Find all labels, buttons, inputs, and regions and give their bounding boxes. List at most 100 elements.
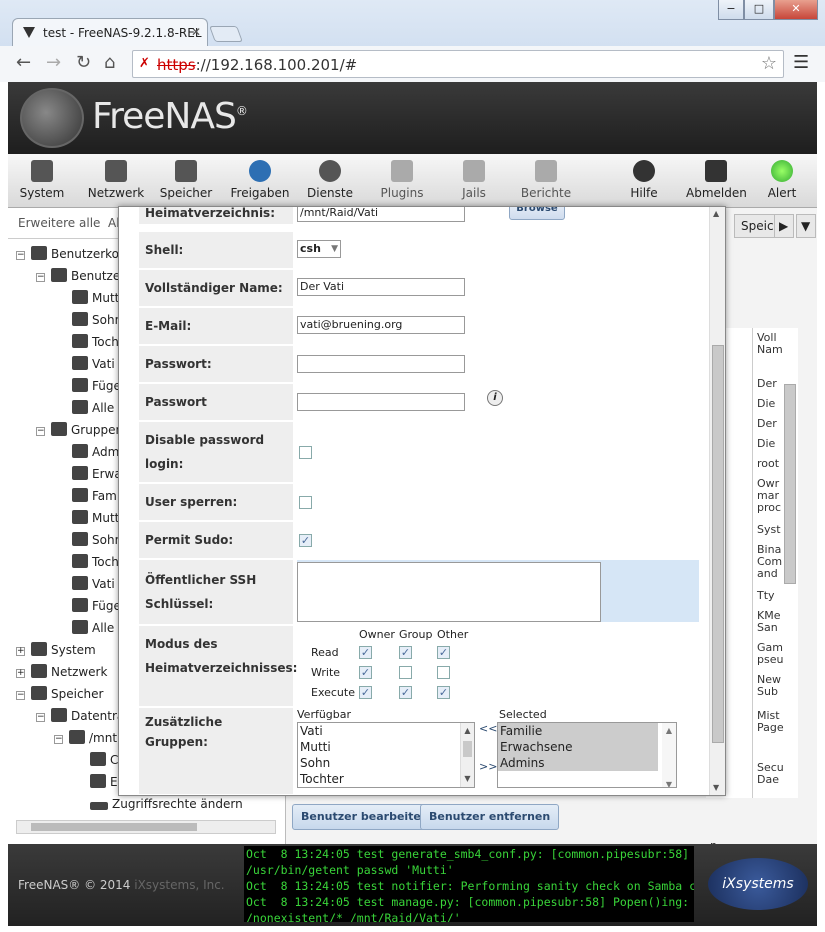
- browser-menu-icon[interactable]: ☰: [793, 52, 809, 73]
- ssh-key-textarea[interactable]: [297, 562, 601, 622]
- tree-volumes[interactable]: − Datentra: [36, 705, 124, 727]
- tree-item[interactable]: E: [90, 771, 118, 793]
- mode-read-owner-checkbox[interactable]: ✓: [359, 646, 372, 659]
- home-directory-input[interactable]: /mnt/Raid/Vati: [297, 207, 465, 222]
- grid-cell[interactable]: Die: [757, 438, 775, 450]
- scroll-thumb[interactable]: [31, 823, 197, 831]
- tree-item[interactable]: Alle: [72, 397, 114, 419]
- tree-item[interactable]: Mutt: [72, 287, 119, 309]
- tree-item[interactable]: C: [90, 749, 118, 771]
- tree-storage[interactable]: − Speicher: [16, 683, 103, 705]
- mode-read-group-checkbox[interactable]: ✓: [399, 646, 412, 659]
- tree-item[interactable]: Vati: [72, 353, 115, 375]
- scroll-down-icon[interactable]: ▼: [461, 771, 474, 787]
- close-tab-icon[interactable]: ✕: [191, 25, 201, 39]
- mode-execute-other-checkbox[interactable]: ✓: [437, 686, 450, 699]
- tree-item[interactable]: Sohn: [72, 309, 122, 331]
- menu-network[interactable]: Netzwerk: [86, 160, 146, 200]
- dialog-vertical-scrollbar[interactable]: ▲ ▼: [709, 207, 725, 795]
- maximize-button[interactable]: □: [744, 0, 774, 20]
- list-item[interactable]: Admins: [498, 755, 658, 771]
- mode-write-group-checkbox[interactable]: [399, 666, 412, 679]
- password-input[interactable]: [297, 355, 465, 373]
- password-confirm-input[interactable]: [297, 393, 465, 411]
- disable-password-checkbox[interactable]: [299, 446, 312, 459]
- list-item[interactable]: Sohn: [298, 755, 474, 771]
- full-name-input[interactable]: Der Vati: [297, 278, 465, 296]
- menu-jails[interactable]: Jails: [444, 160, 504, 200]
- back-icon[interactable]: ←: [16, 52, 31, 73]
- grid-cell[interactable]: Syst: [757, 524, 781, 536]
- menu-plugins[interactable]: Plugins: [372, 160, 432, 200]
- collapse-icon[interactable]: −: [36, 273, 45, 282]
- grid-cell[interactable]: root: [757, 458, 779, 470]
- collapse-icon[interactable]: −: [36, 427, 45, 436]
- list-item[interactable]: Familie: [498, 723, 658, 739]
- home-icon[interactable]: ⌂: [104, 52, 115, 73]
- ixsystems-link[interactable]: iXsystems, Inc.: [134, 878, 224, 892]
- tab-scroll-right-icon[interactable]: ▶: [774, 214, 794, 238]
- tree-item[interactable]: Erwa: [72, 463, 122, 485]
- list-item[interactable]: Erwachsene: [498, 739, 658, 755]
- grid-cell[interactable]: Der: [757, 418, 777, 430]
- expand-icon[interactable]: +: [16, 669, 25, 678]
- tree-system[interactable]: + System: [16, 639, 96, 661]
- scroll-up-icon[interactable]: ▲: [713, 209, 719, 218]
- mode-execute-group-checkbox[interactable]: ✓: [399, 686, 412, 699]
- menu-shares[interactable]: Freigaben: [230, 160, 290, 200]
- collapse-icon[interactable]: −: [16, 251, 25, 260]
- scroll-down-icon[interactable]: ▼: [662, 777, 676, 787]
- tree-change-permissions[interactable]: Zugriffsrechte ändern: [90, 793, 243, 815]
- new-tab-button[interactable]: [209, 26, 243, 42]
- collapse-icon[interactable]: −: [36, 713, 45, 722]
- tree-item[interactable]: Vati: [72, 573, 115, 595]
- grid-cell[interactable]: Mist Page: [757, 710, 789, 734]
- tree-network[interactable]: + Netzwerk: [16, 661, 107, 683]
- grid-column-header[interactable]: Voll Nam: [757, 332, 797, 356]
- menu-logout[interactable]: Abmelden: [686, 160, 747, 200]
- scroll-down-icon[interactable]: ▼: [713, 783, 719, 792]
- mode-execute-owner-checkbox[interactable]: ✓: [359, 686, 372, 699]
- scroll-up-icon[interactable]: ▲: [662, 723, 676, 739]
- forward-icon[interactable]: →: [46, 52, 61, 73]
- lock-user-checkbox[interactable]: [299, 496, 312, 509]
- mode-write-owner-checkbox[interactable]: ✓: [359, 666, 372, 679]
- tree-item[interactable]: Füge: [72, 595, 121, 617]
- tree-groups[interactable]: − Gruppen: [36, 419, 123, 441]
- tree-item[interactable]: Alle: [72, 617, 114, 639]
- selected-groups-list[interactable]: Familie Erwachsene Admins ▲ ▼: [497, 722, 677, 788]
- reload-icon[interactable]: ↻: [76, 52, 91, 73]
- available-groups-list[interactable]: Vati Mutti Sohn Tochter ▲ ▼: [297, 722, 475, 788]
- mode-write-other-checkbox[interactable]: [437, 666, 450, 679]
- close-window-button[interactable]: ✕: [774, 0, 818, 20]
- list-item[interactable]: Tochter: [298, 771, 474, 787]
- grid-cell[interactable]: Secu Dae: [757, 762, 789, 786]
- menu-reports[interactable]: Berichte: [516, 160, 576, 200]
- grid-cell[interactable]: Die: [757, 398, 775, 410]
- tree-item[interactable]: Toch: [72, 331, 119, 353]
- shell-select[interactable]: csh ▼: [297, 240, 341, 258]
- menu-help[interactable]: Hilfe: [614, 160, 674, 200]
- grid-scroll-thumb[interactable]: [784, 384, 796, 584]
- selected-list-scrollbar[interactable]: ▲ ▼: [662, 723, 676, 787]
- menu-storage[interactable]: Speicher: [156, 160, 216, 200]
- email-input[interactable]: vati@bruening.org: [297, 316, 465, 334]
- mode-read-other-checkbox[interactable]: ✓: [437, 646, 450, 659]
- collapse-icon[interactable]: −: [54, 735, 63, 744]
- grid-cell[interactable]: Gam pseu: [757, 642, 789, 666]
- list-item[interactable]: Vati: [298, 723, 474, 739]
- grid-cell[interactable]: New Sub: [757, 674, 789, 698]
- tree-item[interactable]: Füge: [72, 375, 121, 397]
- menu-system[interactable]: System: [12, 160, 72, 200]
- info-icon[interactable]: i: [487, 390, 503, 406]
- tree-accounts[interactable]: − Benutzerko: [16, 243, 119, 265]
- browser-tab[interactable]: test - FreeNAS-9.2.1.8-REL ✕: [12, 18, 208, 46]
- scroll-thumb[interactable]: [463, 741, 472, 757]
- permit-sudo-checkbox[interactable]: ✓: [299, 534, 312, 547]
- expand-all-link[interactable]: Erweitere alle: [18, 216, 100, 230]
- tree-item[interactable]: Toch: [72, 551, 119, 573]
- tab-list-dropdown-icon[interactable]: ▼: [796, 214, 816, 238]
- grid-cell[interactable]: Tty: [757, 590, 775, 602]
- edit-user-button[interactable]: Benutzer bearbeiten: [292, 804, 438, 830]
- menu-services[interactable]: Dienste: [300, 160, 360, 200]
